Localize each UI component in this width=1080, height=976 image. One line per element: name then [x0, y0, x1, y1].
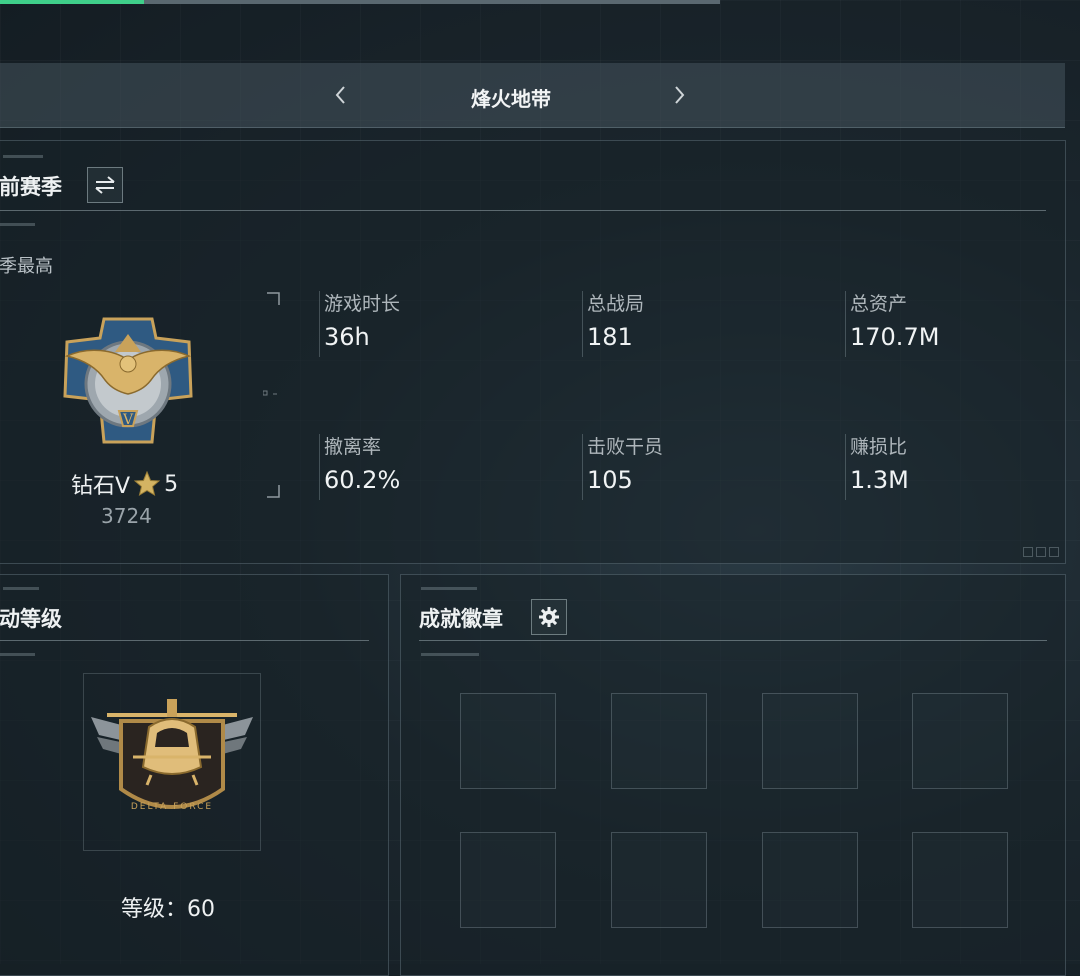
switch-season-button[interactable]: [87, 167, 123, 203]
badge-text: DELTA FORCE: [131, 802, 213, 812]
season-title: 前赛季: [0, 175, 62, 199]
stat-label: 游戏时长: [324, 293, 401, 315]
stat-label: 击败干员: [587, 436, 664, 458]
stat-label: 赚损比: [850, 436, 908, 458]
panel-deco-text: [3, 587, 39, 590]
season-best-label: 季最高: [0, 256, 53, 277]
top-progress-fill: [0, 0, 144, 4]
achievement-settings-button[interactable]: [531, 599, 567, 635]
mode-title: 烽火地带: [471, 87, 551, 111]
achievements-title-rule: [419, 640, 1047, 641]
rank-star-count: 5: [164, 471, 179, 497]
stat-label: 总资产: [850, 293, 908, 315]
rank-score: 3724: [101, 504, 152, 528]
stat-value: 105: [587, 466, 633, 494]
stat-extraction-rate: 撤离率 60.2%: [319, 434, 400, 500]
swap-arrows-icon: [95, 176, 115, 194]
stat-total-matches: 总战局 181: [582, 291, 644, 357]
helicopter-badge-icon: DELTA FORCE: [91, 699, 253, 812]
star-icon: [134, 471, 161, 497]
level-label: 等级：60: [121, 897, 215, 922]
badge-slot[interactable]: [762, 832, 858, 928]
achievements-panel: 成就徽章: [400, 574, 1066, 976]
achievements-title: 成就徽章: [419, 607, 503, 631]
emblem-frame-bracket: [263, 292, 280, 498]
stat-play-time: 游戏时长 36h: [319, 291, 400, 357]
rank-tier-text: 钻石V: [71, 474, 131, 499]
gear-icon: [539, 607, 559, 627]
level-panel: 动等级 DELTA FORCE 等级：60: [0, 574, 389, 976]
stat-label: 总战局: [587, 293, 645, 315]
panel-corner-deco: [1023, 547, 1059, 557]
badge-slot[interactable]: [460, 832, 556, 928]
stat-total-assets: 总资产 170.7M: [845, 291, 939, 357]
stat-profit-loss-ratio: 赚损比 1.3M: [845, 434, 909, 500]
stat-operators-defeated: 击败干员 105: [582, 434, 663, 500]
badge-slot[interactable]: [460, 693, 556, 789]
panel-deco-text: [421, 653, 479, 656]
chevron-right-icon: [675, 86, 685, 104]
panel-deco-text: [0, 223, 35, 226]
panel-deco-text: [0, 653, 35, 656]
stat-value: 1.3M: [850, 466, 909, 494]
stat-label: 撤离率: [324, 436, 382, 458]
badge-slot[interactable]: [611, 832, 707, 928]
level-title-rule: [0, 640, 369, 641]
next-mode-button[interactable]: [668, 84, 690, 106]
panel-deco-text: [421, 587, 477, 590]
badge-slot[interactable]: [912, 693, 1008, 789]
stat-value: 181: [587, 323, 633, 351]
season-panel: 前赛季 季最高 V 钻石V 5 3724 游戏时长 36h 总战局 181 总资…: [0, 140, 1066, 564]
mode-switcher-bar: 烽火地带: [0, 63, 1065, 128]
stat-value: 60.2%: [324, 466, 401, 494]
level-title: 动等级: [0, 607, 62, 631]
season-title-rule: [0, 210, 1046, 211]
rank-emblem-icon: V: [63, 317, 193, 444]
panel-deco-text: [3, 155, 43, 158]
badge-slot[interactable]: [611, 693, 707, 789]
badge-slot[interactable]: [912, 832, 1008, 928]
rank-name: 钻石V 5: [71, 468, 178, 500]
stat-value: 36h: [324, 323, 370, 351]
stat-value: 170.7M: [850, 323, 940, 351]
svg-text:V: V: [122, 412, 134, 428]
badge-slot[interactable]: [762, 693, 858, 789]
top-progress-track: [0, 0, 720, 4]
